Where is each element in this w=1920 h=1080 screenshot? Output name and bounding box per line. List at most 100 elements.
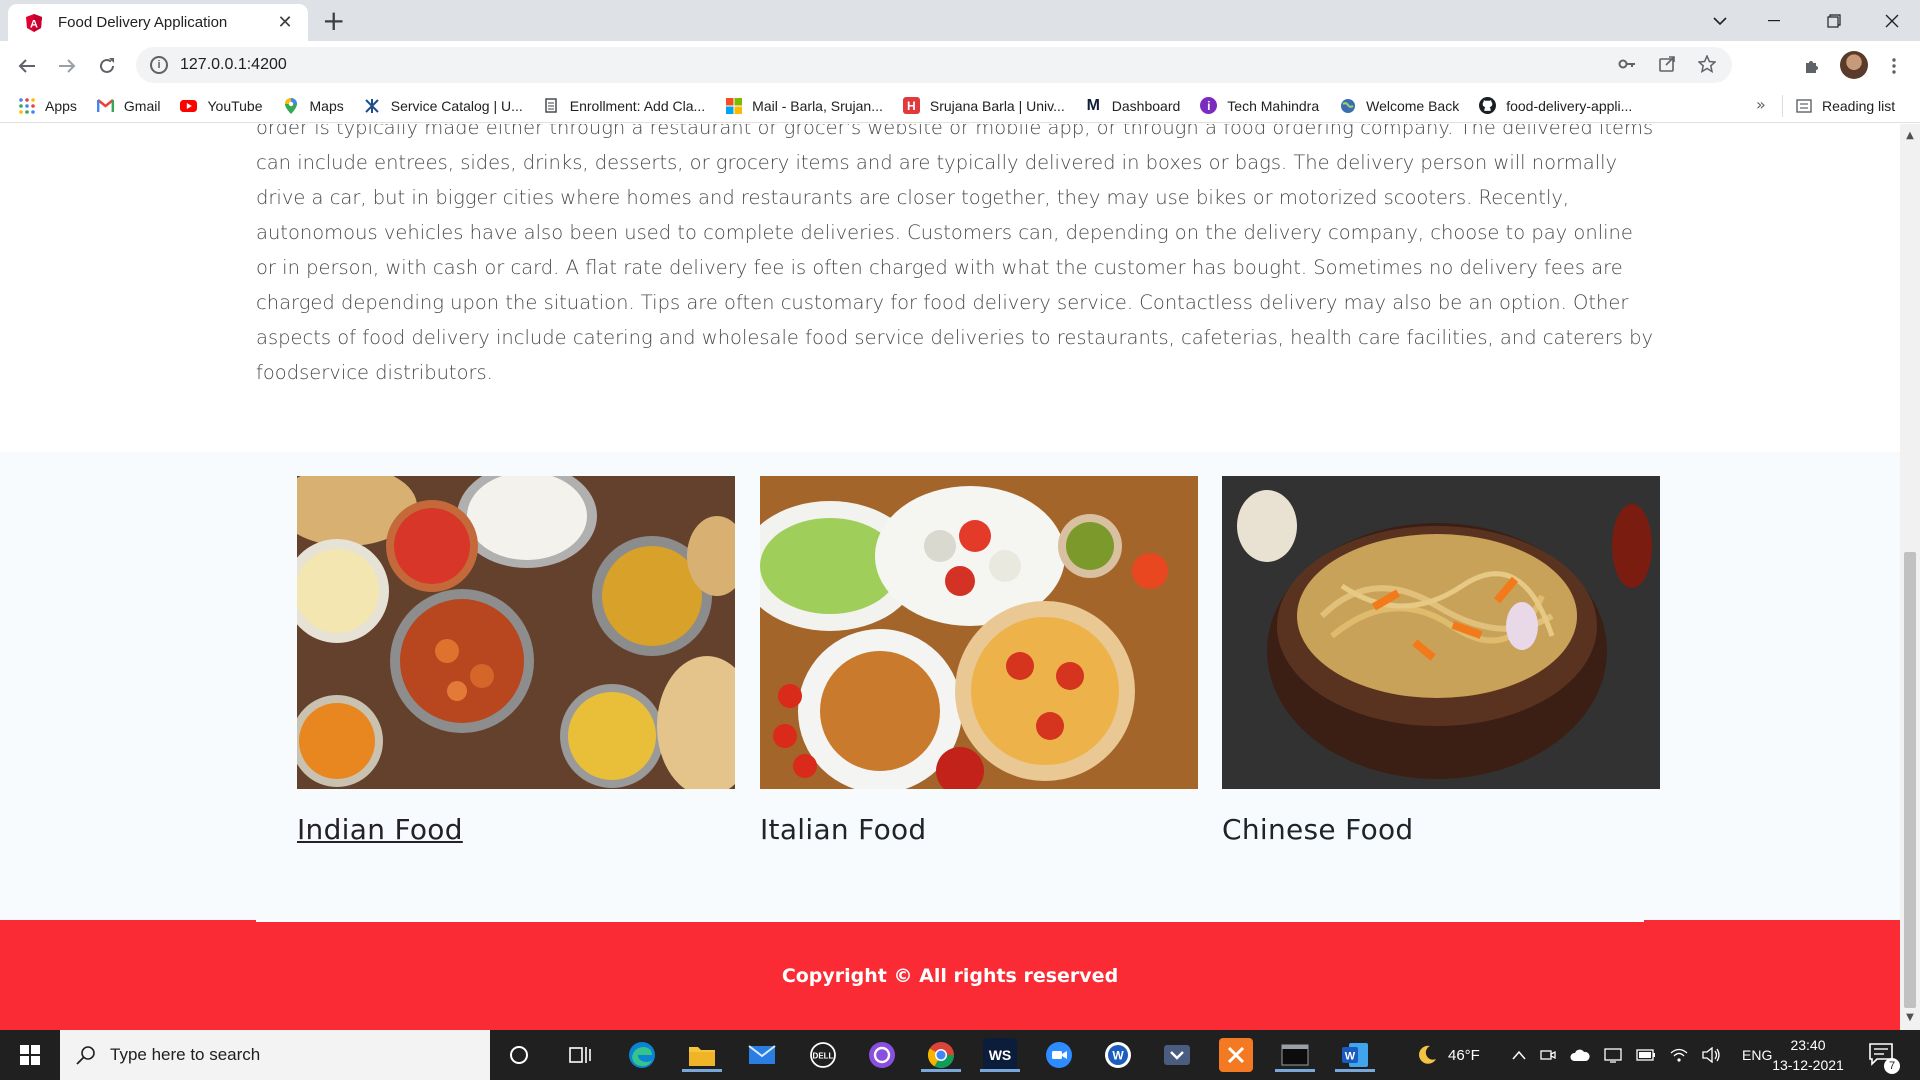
service-catalog-icon — [364, 97, 381, 114]
github-desktop-icon[interactable] — [865, 1038, 899, 1072]
battery-icon[interactable] — [1636, 1049, 1656, 1061]
card-title-indian-food[interactable]: Indian Food — [297, 813, 735, 846]
bookmark-food-delivery-repo[interactable]: food-delivery-appli... — [1479, 97, 1632, 114]
document-icon — [543, 97, 560, 114]
bookmark-label: Mail - Barla, Srujan... — [752, 97, 883, 114]
bookmark-star-icon[interactable] — [1698, 55, 1716, 73]
search-icon — [76, 1046, 95, 1065]
edge-icon[interactable] — [625, 1038, 659, 1072]
address-bar[interactable]: i 127.0.0.1:4200 — [136, 47, 1732, 83]
moon-icon — [1419, 1045, 1436, 1064]
file-explorer-icon[interactable] — [682, 1038, 722, 1072]
tab-search-chevron-icon[interactable] — [1692, 0, 1748, 41]
university-icon: H — [902, 97, 920, 114]
restore-button[interactable] — [1806, 0, 1862, 41]
chrome-icon[interactable] — [921, 1038, 961, 1072]
bookmark-tech-mahindra[interactable]: i Tech Mahindra — [1200, 97, 1319, 114]
tab-close-icon[interactable]: ✕ — [274, 12, 296, 33]
scroll-down-arrow-icon[interactable]: ▼ — [1904, 1012, 1916, 1024]
bookmark-label: YouTube — [207, 97, 263, 114]
browser-tab-active[interactable]: A Food Delivery Application ✕ — [8, 4, 308, 41]
bookmark-welcome-back[interactable]: Welcome Back — [1339, 97, 1459, 114]
food-card-indian[interactable]: Indian Food — [297, 476, 735, 846]
bookmark-apps[interactable]: Apps — [18, 97, 77, 114]
close-window-button[interactable] — [1864, 0, 1920, 41]
windows-taskbar: Type here to search DELL WS W W 46°F ENG… — [0, 1030, 1920, 1080]
italian-food-image[interactable] — [760, 476, 1198, 789]
forward-button[interactable] — [54, 53, 80, 79]
word-icon[interactable]: W — [1335, 1038, 1375, 1072]
svg-text:A: A — [30, 18, 38, 30]
scrollbar-thumb[interactable] — [1904, 552, 1916, 1008]
reload-button[interactable] — [94, 53, 120, 79]
bookmark-maps[interactable]: Maps — [283, 97, 344, 114]
display-icon[interactable] — [1604, 1047, 1622, 1063]
wifi-icon[interactable] — [1670, 1047, 1688, 1063]
chinese-food-image[interactable] — [1222, 476, 1660, 789]
weather-widget[interactable]: 46°F — [1416, 1030, 1480, 1080]
active-indicator — [921, 1069, 961, 1072]
card-title-italian-food[interactable]: Italian Food — [760, 813, 1198, 846]
xampp-icon[interactable] — [1219, 1038, 1253, 1072]
taskbar-search-box[interactable]: Type here to search — [60, 1030, 490, 1080]
bookmark-mail[interactable]: Mail - Barla, Srujan... — [725, 97, 883, 114]
taskbar-clock[interactable]: 23:40 13-12-2021 — [1766, 1035, 1850, 1075]
reading-list-label: Reading list — [1822, 98, 1896, 114]
share-icon[interactable] — [1658, 55, 1676, 73]
bookmark-srujana[interactable]: H Srujana Barla | Univ... — [902, 97, 1065, 114]
food-categories-section: Indian Food Italian Food Chinese Food — [0, 452, 1900, 920]
page-footer: Copyright © All rights reserved — [0, 920, 1900, 1030]
tech-mahindra-icon: i — [1200, 97, 1218, 114]
active-indicator — [682, 1069, 722, 1072]
meet-now-icon[interactable] — [1540, 1047, 1556, 1063]
new-tab-button[interactable]: + — [322, 7, 345, 35]
minimize-button[interactable] — [1746, 0, 1802, 41]
dell-icon[interactable]: DELL — [806, 1038, 840, 1072]
food-card-italian[interactable]: Italian Food — [760, 476, 1198, 846]
apps-grid-icon — [18, 97, 35, 114]
chrome-menu-icon[interactable] — [1881, 53, 1907, 79]
terminal-icon[interactable] — [1275, 1038, 1315, 1072]
chevron-up-icon[interactable] — [1512, 1050, 1526, 1060]
bookmark-youtube[interactable]: YouTube — [180, 97, 263, 114]
bookmarks-overflow-chevron-icon[interactable]: » — [1756, 95, 1766, 114]
zoom-icon[interactable] — [1042, 1038, 1076, 1072]
bookmarks-bar: Apps Gmail YouTube Maps Service Catalog … — [0, 89, 1920, 123]
bookmark-label: Tech Mahindra — [1227, 97, 1320, 114]
site-info-icon[interactable]: i — [150, 56, 168, 74]
bookmark-label: Welcome Back — [1366, 97, 1460, 114]
scroll-up-arrow-icon[interactable]: ▲ — [1904, 130, 1916, 142]
gmail-icon — [96, 97, 114, 114]
extensions-puzzle-icon[interactable] — [1799, 53, 1825, 79]
reading-list-button[interactable]: Reading list — [1796, 89, 1895, 123]
workspace-w-icon[interactable]: W — [1101, 1038, 1135, 1072]
mail-icon[interactable] — [745, 1038, 779, 1072]
bookmark-enrollment[interactable]: Enrollment: Add Cla... — [543, 97, 705, 114]
url-text[interactable]: 127.0.0.1:4200 — [180, 56, 287, 74]
cortana-icon[interactable] — [502, 1038, 536, 1072]
bookmark-service-catalog[interactable]: Service Catalog | U... — [364, 97, 523, 114]
bookmark-label: Enrollment: Add Cla... — [569, 97, 706, 114]
volume-icon[interactable] — [1702, 1047, 1722, 1063]
windows-start-icon[interactable] — [0, 1030, 60, 1080]
active-indicator — [1275, 1069, 1315, 1072]
profile-avatar[interactable] — [1840, 51, 1868, 79]
download-manager-icon[interactable] — [1160, 1038, 1194, 1072]
active-indicator — [980, 1069, 1020, 1072]
footer-divider — [256, 920, 1644, 922]
task-view-icon[interactable] — [563, 1038, 597, 1072]
card-title-chinese-food[interactable]: Chinese Food — [1222, 813, 1660, 846]
back-button[interactable] — [14, 53, 40, 79]
globe-icon — [1339, 97, 1356, 114]
bookmark-gmail[interactable]: Gmail — [96, 97, 160, 114]
svg-text:W: W — [1112, 1049, 1124, 1063]
key-icon[interactable] — [1618, 55, 1636, 73]
onedrive-cloud-icon[interactable] — [1570, 1048, 1590, 1062]
indian-food-image[interactable] — [297, 476, 735, 789]
page-scrollbar[interactable]: ▲ ▼ — [1900, 124, 1920, 1030]
bookmark-label: food-delivery-appli... — [1506, 97, 1633, 114]
bookmark-dashboard[interactable]: M Dashboard — [1085, 97, 1181, 114]
webstorm-icon[interactable]: WS — [980, 1038, 1020, 1072]
bookmarks-divider — [1782, 95, 1783, 117]
food-card-chinese[interactable]: Chinese Food — [1222, 476, 1660, 846]
